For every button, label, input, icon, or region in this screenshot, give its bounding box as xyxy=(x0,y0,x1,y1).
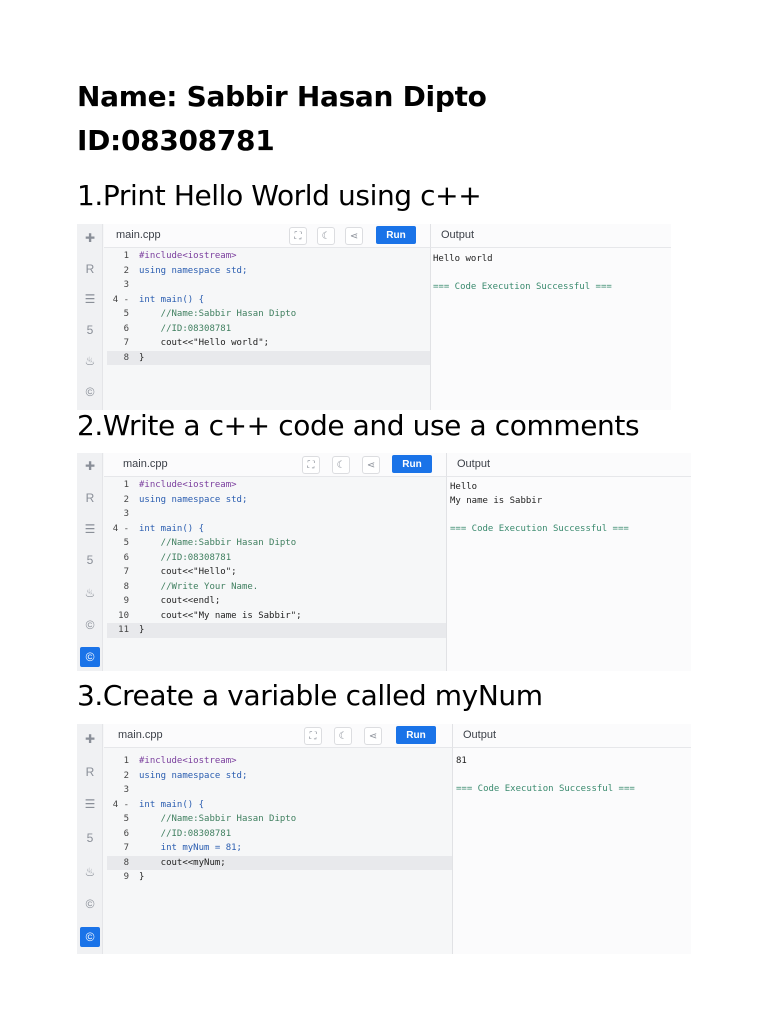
file-tab[interactable]: main.cpp xyxy=(118,729,163,741)
code-line: #include<iostream> xyxy=(139,480,237,490)
task-3-title: 3.Create a variable called myNum xyxy=(77,679,543,712)
editor-header: main.cpp ⛶ ☾ ⋖ Run xyxy=(104,724,452,748)
cpp-icon[interactable]: ✚ xyxy=(80,456,100,476)
output-text: Hello My name is Sabbir === Code Executi… xyxy=(450,480,629,536)
task-2-title: 2.Write a c++ code and use a comments xyxy=(77,409,640,442)
code-line: cout<<"Hello world"; xyxy=(139,338,270,348)
language-sidebar: ✚ R ☰ 5 ♨ © © xyxy=(77,453,103,671)
editor-screenshot-1: ✚ R ☰ 5 ♨ © main.cpp ⛶ ☾ ⋖ Run Output 1 #… xyxy=(77,224,671,410)
code-line: cout<<endl; xyxy=(139,596,221,606)
java-icon[interactable]: ♨ xyxy=(80,862,100,882)
c-active-icon[interactable]: © xyxy=(80,927,100,947)
theme-icon[interactable]: ☾ xyxy=(317,227,335,245)
editor-header: main.cpp ⛶ ☾ ⋖ Run xyxy=(104,453,446,477)
database-icon[interactable]: ☰ xyxy=(80,519,100,539)
fullscreen-icon[interactable]: ⛶ xyxy=(302,456,320,474)
code-line: #include<iostream> xyxy=(139,756,237,766)
run-button[interactable]: Run xyxy=(392,455,432,473)
code-line: //ID:08308781 xyxy=(139,552,232,563)
code-line: using namespace std; xyxy=(139,494,248,505)
c-icon[interactable]: © xyxy=(80,894,100,914)
output-line: Hello xyxy=(450,482,478,492)
c-icon[interactable]: © xyxy=(80,382,100,402)
share-icon[interactable]: ⋖ xyxy=(364,727,382,745)
run-button[interactable]: Run xyxy=(396,726,436,744)
success-message: === Code Execution Successful === xyxy=(450,524,629,534)
output-text: Hello world === Code Execution Successfu… xyxy=(433,252,612,294)
r-icon[interactable]: R xyxy=(80,259,100,279)
output-text: 81 === Code Execution Successful === xyxy=(456,754,635,796)
editor-screenshot-3: ✚ R ☰ 5 ♨ © © main.cpp ⛶ ☾ ⋖ Run Output … xyxy=(77,724,691,954)
share-icon[interactable]: ⋖ xyxy=(362,456,380,474)
code-line: } xyxy=(139,352,145,363)
cpp-icon[interactable]: ✚ xyxy=(80,228,100,248)
code-line: using namespace std; xyxy=(139,770,248,781)
share-icon[interactable]: ⋖ xyxy=(345,227,363,245)
run-button[interactable]: Run xyxy=(376,226,416,244)
code-line: cout<<"My name is Sabbir"; xyxy=(139,610,302,621)
output-header: Output xyxy=(446,453,691,477)
code-line: } xyxy=(139,872,145,882)
output-line: Hello world xyxy=(433,254,493,264)
code-line: //Name:Sabbir Hasan Dipto xyxy=(139,814,297,824)
java-icon[interactable]: ♨ xyxy=(80,351,100,371)
editor-screenshot-2: ✚ R ☰ 5 ♨ © © main.cpp ⛶ ☾ ⋖ Run Output … xyxy=(77,453,691,671)
database-icon[interactable]: ☰ xyxy=(80,289,100,309)
java-icon[interactable]: ♨ xyxy=(80,583,100,603)
code-line: int main() { xyxy=(139,294,205,305)
c-icon[interactable]: © xyxy=(80,615,100,635)
output-title: Output xyxy=(457,458,491,470)
code-line: //ID:08308781 xyxy=(139,323,232,334)
file-tab[interactable]: main.cpp xyxy=(116,229,161,241)
html-icon[interactable]: 5 xyxy=(80,320,100,340)
code-line: int main() { xyxy=(139,799,205,810)
code-line: cout<<myNum; xyxy=(139,857,226,868)
output-title: Output xyxy=(441,229,475,241)
code-area[interactable]: 1 #include<iostream> 2 using namespace std… xyxy=(107,754,452,885)
theme-icon[interactable]: ☾ xyxy=(332,456,350,474)
code-line: //Name:Sabbir Hasan Dipto xyxy=(139,538,297,548)
theme-icon[interactable]: ☾ xyxy=(334,727,352,745)
output-title: Output xyxy=(463,729,497,741)
output-line: 81 xyxy=(456,756,467,766)
student-name: Name: Sabbir Hasan Dipto xyxy=(77,80,487,113)
code-line: int myNum = 81; xyxy=(139,843,242,853)
code-line: using namespace std; xyxy=(139,265,248,276)
code-area[interactable]: 1 #include<iostream> 2 using namespace std… xyxy=(107,249,430,365)
code-line: int main() { xyxy=(139,523,205,534)
code-line: cout<<"Hello"; xyxy=(139,567,237,577)
editor-header: main.cpp ⛶ ☾ ⋖ Run xyxy=(104,224,430,248)
code-line: } xyxy=(139,625,145,635)
fullscreen-icon[interactable]: ⛶ xyxy=(289,227,307,245)
success-message: === Code Execution Successful === xyxy=(433,282,612,292)
output-line: My name is Sabbir xyxy=(450,496,543,506)
cpp-icon[interactable]: ✚ xyxy=(80,729,100,749)
html-icon[interactable]: 5 xyxy=(80,550,100,570)
language-sidebar: ✚ R ☰ 5 ♨ © © xyxy=(77,724,103,954)
code-line: //Write Your Name. xyxy=(139,581,259,592)
code-line: #include<iostream> xyxy=(139,251,237,261)
c-active-icon[interactable]: © xyxy=(80,647,100,667)
code-area[interactable]: 1 #include<iostream> 2 using namespace std… xyxy=(107,478,446,638)
html-icon[interactable]: 5 xyxy=(80,828,100,848)
r-icon[interactable]: R xyxy=(80,488,100,508)
code-line: //Name:Sabbir Hasan Dipto xyxy=(139,309,297,319)
language-sidebar: ✚ R ☰ 5 ♨ © xyxy=(77,224,103,410)
output-header: Output xyxy=(452,724,691,748)
database-icon[interactable]: ☰ xyxy=(80,794,100,814)
output-header: Output xyxy=(430,224,671,248)
success-message: === Code Execution Successful === xyxy=(456,784,635,794)
fullscreen-icon[interactable]: ⛶ xyxy=(304,727,322,745)
task-1-title: 1.Print Hello World using c++ xyxy=(77,179,482,212)
r-icon[interactable]: R xyxy=(80,762,100,782)
student-id: ID:08308781 xyxy=(77,124,275,157)
code-line: //ID:08308781 xyxy=(139,828,232,839)
file-tab[interactable]: main.cpp xyxy=(123,458,168,470)
